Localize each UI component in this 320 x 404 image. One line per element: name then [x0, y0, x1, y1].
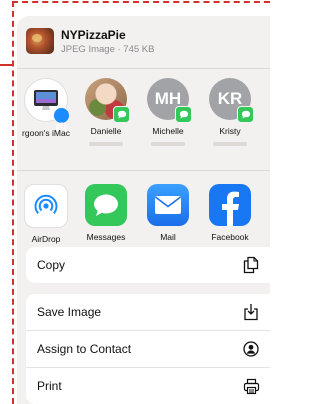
person-kristy[interactable]: KR Kristy — [200, 78, 260, 146]
avatar-initials: KR — [217, 89, 243, 108]
apps-row: AirDrop Messages Mail Facebook — [17, 184, 270, 248]
app-messages[interactable]: Messages — [76, 184, 136, 242]
save-icon — [242, 303, 260, 321]
kristy-avatar: KR — [209, 78, 254, 123]
imac-avatar — [24, 78, 70, 132]
messages-badge-icon — [113, 106, 130, 123]
actions-group-copy: Copy — [26, 247, 270, 283]
action-label: Assign to Contact — [37, 342, 132, 356]
file-thumbnail — [26, 28, 54, 54]
people-row: rgoon's iMac Danielle MH Michelle KR Kri… — [17, 78, 270, 170]
app-airdrop[interactable]: AirDrop — [17, 184, 76, 244]
action-save-image[interactable]: Save Image — [26, 294, 270, 330]
app-next-partial[interactable] — [262, 184, 270, 228]
mail-icon — [147, 184, 189, 226]
action-assign-to-contact[interactable]: Assign to Contact — [26, 330, 270, 367]
action-print[interactable]: Print — [26, 367, 270, 404]
action-copy[interactable]: Copy — [26, 247, 270, 283]
facebook-icon — [209, 184, 251, 226]
person-name: Danielle — [90, 126, 122, 136]
app-facebook[interactable]: Facebook — [200, 184, 260, 242]
person-michelle[interactable]: MH Michelle — [138, 78, 198, 146]
app-label: AirDrop — [31, 234, 61, 244]
person-name: Kristy — [219, 126, 241, 136]
messages-badge-icon — [237, 106, 254, 123]
app-label: Messages — [86, 232, 126, 242]
action-label: Print — [37, 379, 62, 393]
person-name: Michelle — [152, 126, 184, 136]
share-sheet: NYPizzaPie JPEG Image · 745 KB rgoon's i… — [17, 16, 270, 404]
print-icon — [242, 377, 260, 395]
michelle-avatar: MH — [147, 78, 192, 123]
file-name: NYPizzaPie — [61, 28, 126, 42]
airdrop-icon — [24, 184, 68, 228]
copy-icon — [242, 256, 260, 274]
redacted-subtext — [151, 142, 185, 146]
people-divider — [17, 170, 270, 171]
messages-icon — [85, 184, 127, 226]
app-label: Mail — [160, 232, 176, 242]
share-sheet-header: NYPizzaPie JPEG Image · 745 KB — [17, 16, 270, 68]
app-mail[interactable]: Mail — [138, 184, 198, 242]
messages-badge-icon — [175, 106, 192, 123]
action-label: Copy — [37, 258, 66, 272]
header-divider — [17, 68, 270, 69]
app-label: Facebook — [211, 232, 249, 242]
annotation-dashed-border-top — [12, 1, 270, 3]
person-danielle[interactable]: Danielle — [76, 78, 136, 146]
action-label: Save Image — [37, 305, 102, 319]
redacted-subtext — [89, 142, 123, 146]
person-rgoons-imac[interactable]: rgoon's iMac — [17, 78, 76, 138]
file-meta: JPEG Image · 745 KB — [61, 44, 155, 55]
actions-group-main: Save Image Assign to Contact Print — [26, 294, 270, 404]
airdrop-badge-icon — [53, 107, 70, 132]
annotation-dashed-connector — [0, 64, 12, 66]
person-next-partial[interactable] — [262, 78, 270, 120]
annotation-dashed-border-left — [12, 1, 14, 404]
redacted-subtext — [213, 142, 247, 146]
danielle-avatar — [85, 78, 130, 123]
contact-icon — [242, 340, 260, 358]
